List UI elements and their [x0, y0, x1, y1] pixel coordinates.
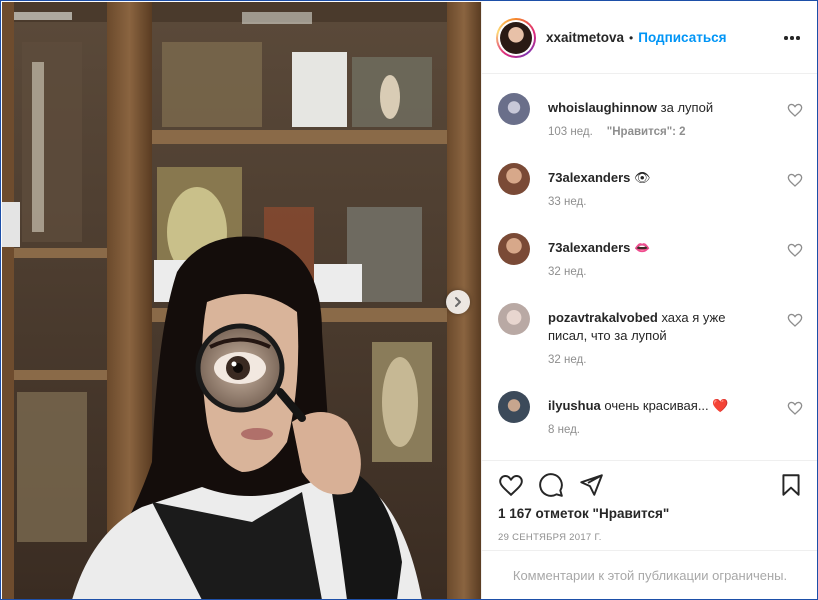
- heart-icon[interactable]: [787, 172, 803, 188]
- comment-item: ilyushua очень красивая... ❤️ 8 нед.: [498, 391, 803, 443]
- comment-username[interactable]: 73alexanders: [548, 240, 630, 255]
- author-avatar[interactable]: [496, 17, 536, 58]
- comment-username[interactable]: whoislaughinnow: [548, 100, 657, 115]
- comment-item: 73alexanders 👁 33 нед.: [498, 163, 803, 215]
- next-photo-button[interactable]: [446, 290, 470, 314]
- comment-time[interactable]: 32 нед.: [548, 266, 586, 278]
- header-separator: •: [629, 30, 634, 45]
- comments-restricted-notice: Комментарии к этой публикации ограничены…: [482, 550, 817, 599]
- comment-avatar[interactable]: [498, 93, 530, 125]
- post-photo[interactable]: [2, 2, 481, 599]
- likes-count[interactable]: 1 167 отметок "Нравится": [498, 506, 669, 521]
- comment-text: за лупой: [660, 100, 714, 115]
- comments-list[interactable]: whoislaughinnow за лупой 103 нед. "Нравит…: [482, 75, 817, 460]
- comment-meta: 33 нед.: [548, 196, 586, 208]
- comment-text: 👁: [634, 170, 651, 185]
- comment-meta: 103 нед. "Нравится": 2: [548, 126, 686, 138]
- bookmark-icon[interactable]: [778, 472, 804, 498]
- author-username[interactable]: xxaitmetova: [546, 30, 624, 45]
- heart-icon[interactable]: [787, 102, 803, 118]
- heart-icon[interactable]: [498, 472, 524, 498]
- avatar-border: [498, 19, 534, 56]
- paper-plane-icon[interactable]: [578, 472, 604, 498]
- comment-meta: 32 нед.: [548, 354, 586, 366]
- comment-avatar[interactable]: [498, 163, 530, 195]
- follow-button[interactable]: Подписаться: [638, 30, 726, 45]
- comment-icon[interactable]: [538, 472, 564, 498]
- comment-text-block: 73alexanders 👄: [548, 239, 748, 257]
- comment-meta: 32 нед.: [548, 266, 586, 278]
- comment-text-block: 73alexanders 👁: [548, 169, 748, 187]
- comment-username[interactable]: ilyushua: [548, 398, 601, 413]
- heart-icon[interactable]: [787, 242, 803, 258]
- post-actions: 1 167 отметок "Нравится" 29 СЕНТЯБРЯ 201…: [482, 460, 817, 550]
- comment-username[interactable]: 73alexanders: [548, 170, 630, 185]
- post-header: xxaitmetova • Подписаться: [482, 2, 817, 74]
- more-dot: [790, 36, 794, 40]
- photo-illustration: [2, 2, 481, 599]
- comment-time[interactable]: 103 нед.: [548, 126, 593, 138]
- more-options-button[interactable]: [782, 28, 802, 48]
- comment-item: pozavtrakalvobed хаха я уже писал, что з…: [498, 303, 803, 373]
- post-date[interactable]: 29 СЕНТЯБРЯ 2017 Г.: [498, 532, 602, 543]
- heart-icon[interactable]: [787, 400, 803, 416]
- heart-icon[interactable]: [787, 312, 803, 328]
- comment-item: 73alexanders 👄 32 нед.: [498, 233, 803, 285]
- comment-time[interactable]: 33 нед.: [548, 196, 586, 208]
- post-window: xxaitmetova • Подписаться whoislaughinno…: [0, 0, 818, 600]
- chevron-right-icon: [455, 297, 461, 307]
- avatar-image: [500, 21, 532, 54]
- comment-text-block: ilyushua очень красивая... ❤️: [548, 397, 768, 415]
- comment-text-block: pozavtrakalvobed хаха я уже писал, что з…: [548, 309, 748, 345]
- comment-time[interactable]: 32 нед.: [548, 354, 586, 366]
- comment-item: whoislaughinnow за лупой 103 нед. "Нравит…: [498, 93, 803, 145]
- comment-avatar[interactable]: [498, 303, 530, 335]
- more-dot: [796, 36, 800, 40]
- comment-avatar[interactable]: [498, 391, 530, 423]
- post-sidebar: xxaitmetova • Подписаться whoislaughinno…: [481, 2, 817, 599]
- comment-time[interactable]: 8 нед.: [548, 424, 580, 436]
- comment-username[interactable]: pozavtrakalvobed: [548, 310, 658, 325]
- comment-text-block: whoislaughinnow за лупой: [548, 99, 748, 117]
- comment-meta: 8 нед.: [548, 424, 580, 436]
- comment-avatar[interactable]: [498, 233, 530, 265]
- more-dot: [784, 36, 788, 40]
- comment-text: 👄: [634, 240, 651, 255]
- comment-likes[interactable]: "Нравится": 2: [607, 126, 686, 138]
- comment-text: очень красивая... ❤️: [604, 398, 729, 413]
